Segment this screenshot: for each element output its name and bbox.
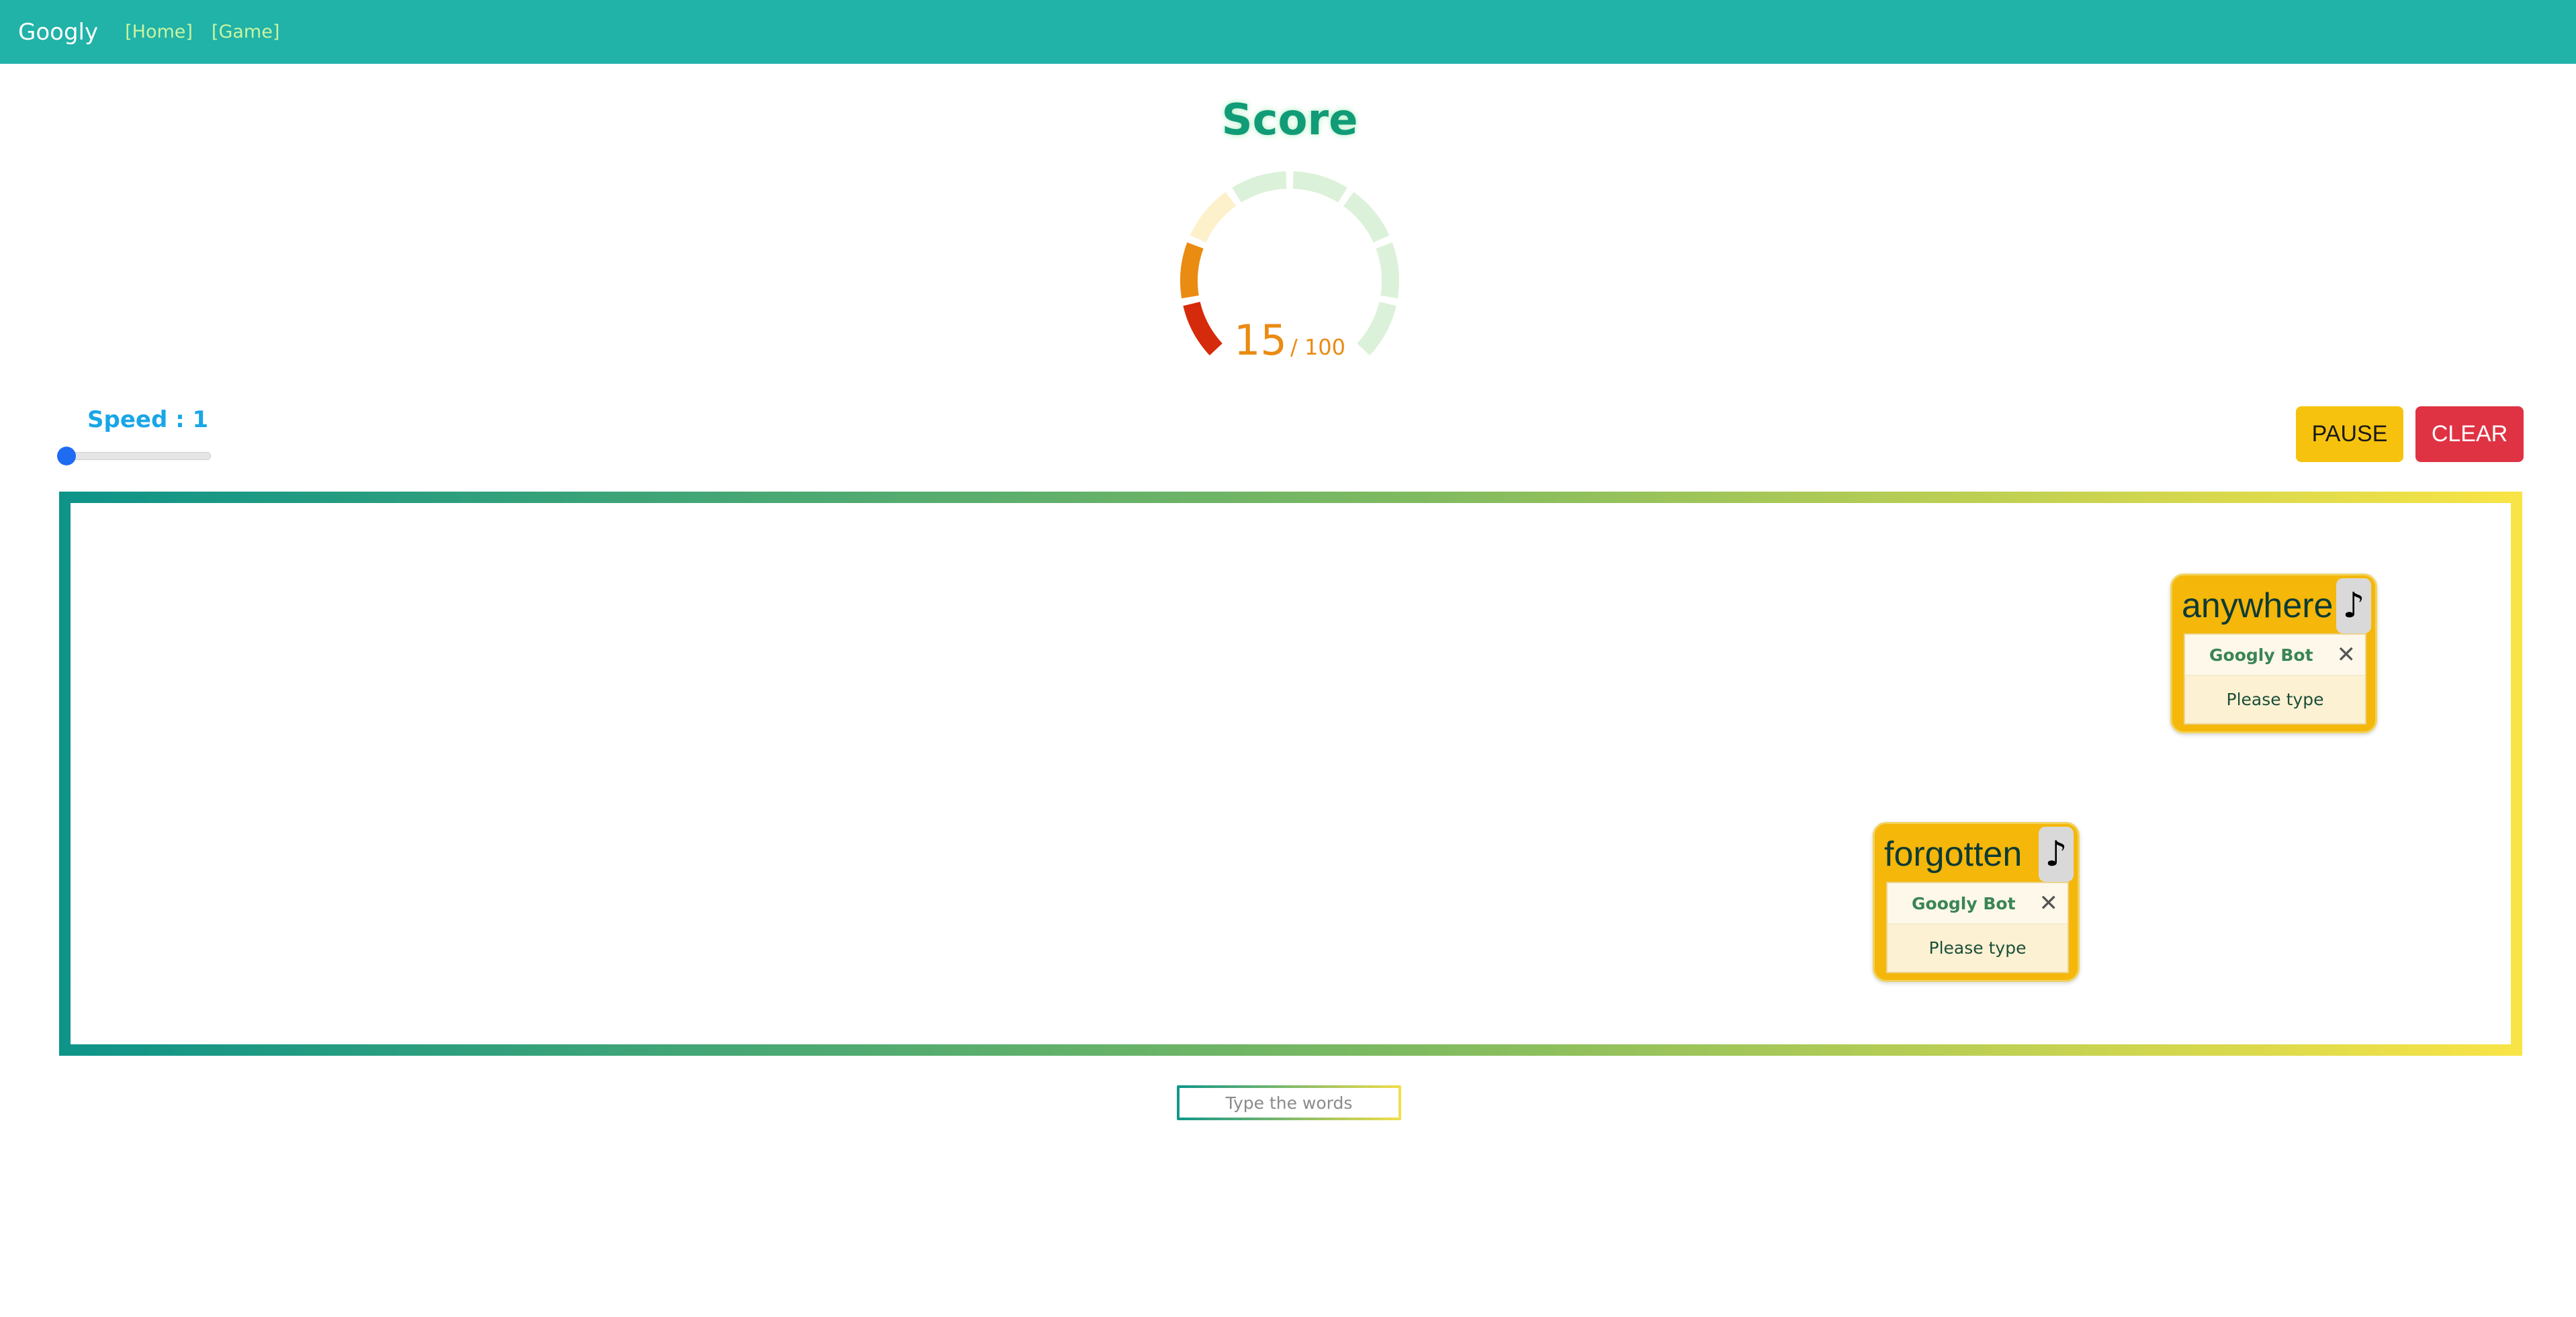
music-note-icon[interactable]: ♪ [2336, 578, 2371, 633]
speed-label: Speed : 1 [87, 406, 209, 433]
speed-slider-thumb[interactable] [57, 447, 76, 465]
falling-word: forgotten [1884, 835, 2023, 874]
gauge-segment [1292, 171, 1347, 203]
score-max: / 100 [1290, 334, 1346, 360]
score-title: Score [1221, 95, 1358, 145]
bot-name: Googly Bot [1912, 893, 2016, 913]
falling-word: anywhere [2182, 586, 2334, 625]
close-icon[interactable]: ✕ [2039, 890, 2059, 917]
score-readout: 15 / 100 [1182, 316, 1397, 365]
score-value: 15 [1233, 316, 1287, 365]
clear-button[interactable]: CLEAR [2415, 406, 2524, 462]
bot-hint-box: Googly Bot ✕ Please type [1886, 882, 2069, 973]
gauge-segment [1180, 242, 1204, 299]
word-row: forgotten ♪ [1875, 824, 2078, 884]
bot-hint-header: Googly Bot ✕ [2185, 635, 2365, 676]
falling-word-card: forgotten ♪ Googly Bot ✕ Please type [1873, 822, 2080, 982]
game-board: anywhere ♪ Googly Bot ✕ Please type forg… [71, 503, 2511, 1044]
nav-link-home[interactable]: [Home] [125, 21, 193, 42]
nav-link-game[interactable]: [Game] [212, 21, 279, 42]
pause-button[interactable]: PAUSE [2296, 406, 2403, 462]
type-words-input[interactable] [1180, 1088, 1398, 1118]
gauge-segment [1376, 242, 1399, 299]
gauge-segment [1232, 171, 1287, 203]
bot-message: Please type [1928, 938, 2027, 958]
word-row: anywhere ♪ [2172, 576, 2375, 636]
bot-hint-header: Googly Bot ✕ [1887, 883, 2068, 924]
top-navbar: Googly [Home] [Game] [0, 0, 2576, 64]
falling-word-card: anywhere ♪ Googly Bot ✕ Please type [2170, 574, 2377, 733]
bot-name: Googly Bot [2209, 645, 2313, 665]
bot-hint-box: Googly Bot ✕ Please type [2184, 633, 2366, 725]
game-play-area: anywhere ♪ Googly Bot ✕ Please type forg… [59, 492, 2522, 1056]
speed-slider[interactable] [57, 447, 211, 465]
bot-message: Please type [2226, 689, 2324, 709]
brand-logo[interactable]: Googly [18, 19, 98, 46]
gauge-segment [1343, 191, 1390, 243]
gauge-segment [1190, 191, 1237, 243]
close-icon[interactable]: ✕ [2337, 641, 2356, 668]
music-note-icon[interactable]: ♪ [2039, 827, 2074, 882]
type-input-wrapper [1177, 1085, 1401, 1120]
